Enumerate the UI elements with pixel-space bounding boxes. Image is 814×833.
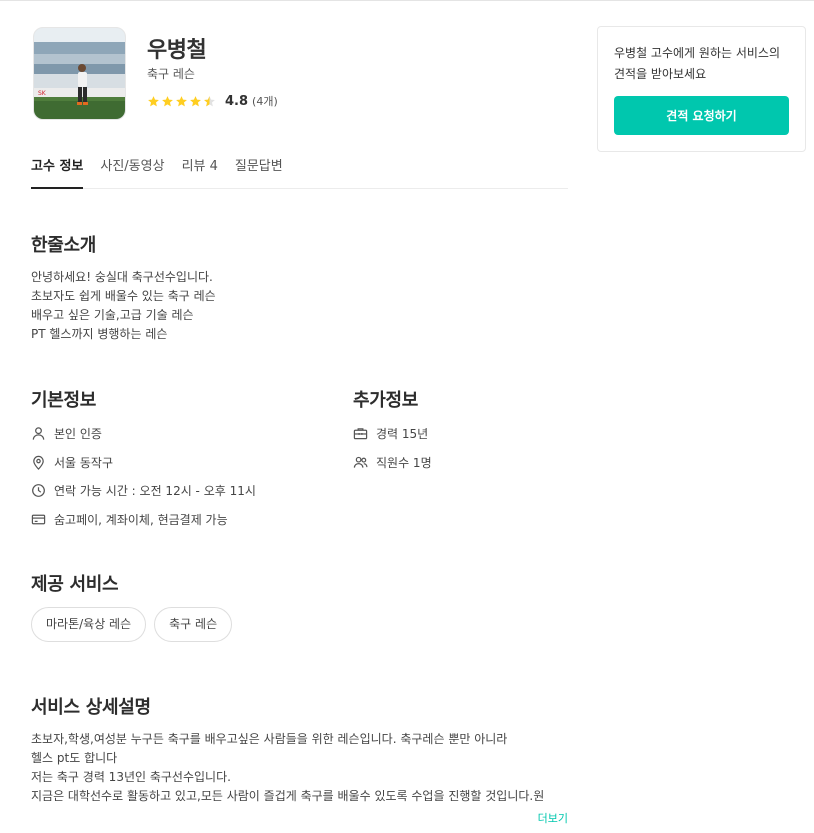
info-contact-hours-text: 연락 가능 시간 : 오전 12시 - 오후 11시	[54, 484, 256, 498]
quote-sidebar: 우병철 고수에게 원하는 서비스의 견적을 받아보세요 견적 요청하기	[597, 26, 806, 152]
svg-text:SK: SK	[38, 90, 47, 97]
details-line: 헬스 pt도 합니다	[31, 751, 118, 765]
service-chip-marathon[interactable]: 마라톤/육상 레슨	[31, 607, 147, 642]
basic-info-title: 기본정보	[31, 390, 97, 411]
info-payment: 숨고페이, 계좌이체, 현금결제 가능	[31, 511, 228, 528]
rating-stars	[147, 95, 216, 108]
quote-prompt: 우병철 고수에게 원하는 서비스의 견적을 받아보세요	[614, 46, 781, 81]
tab-qna[interactable]: 질문답변	[235, 153, 283, 189]
details-title: 서비스 상세설명	[31, 697, 151, 718]
profile-photo: SK	[33, 27, 126, 120]
service-chip-soccer[interactable]: 축구 레슨	[154, 607, 233, 642]
tab-photos-videos[interactable]: 사진/동영상	[100, 153, 164, 189]
intro-line: 초보자도 쉽게 배울수 있는 축구 레슨	[31, 289, 216, 303]
info-staff-text: 직원수 1명	[376, 456, 432, 470]
info-career-text: 경력 15년	[376, 427, 429, 441]
briefcase-icon	[353, 428, 368, 440]
rating: 4.8 (4개)	[147, 93, 278, 109]
tab-pro-info[interactable]: 고수 정보	[31, 153, 84, 189]
info-payment-text: 숨고페이, 계좌이체, 현금결제 가능	[54, 513, 228, 527]
intro-line: PT 헬스까지 병행하는 레슨	[31, 327, 168, 341]
details-line: 초보자,학생,여성분 누구든 축구를 배우고싶은 사람들을 위한 레슨입니다. …	[31, 732, 508, 746]
info-career: 경력 15년	[353, 425, 428, 442]
star-icon	[162, 95, 173, 106]
location-pin-icon	[33, 455, 44, 470]
intro-line: 안녕하세요! 숭실대 축구선수입니다.	[31, 270, 213, 284]
tab-reviews[interactable]: 리뷰 4	[182, 153, 218, 189]
info-staff: 직원수 1명	[353, 454, 432, 471]
clock-icon	[32, 484, 45, 497]
star-icon	[190, 95, 201, 106]
info-verified-text: 본인 인증	[54, 427, 102, 441]
request-quote-button[interactable]: 견적 요청하기	[614, 96, 789, 135]
details-line: 지금은 대학선수로 활동하고 있고,모든 사람이 즐겁게 축구를 배울수 있도록…	[31, 789, 545, 803]
info-location-text: 서울 동작구	[54, 456, 114, 470]
details-line: 저는 축구 경력 13년인 축구선수입니다.	[31, 770, 231, 784]
profile-header: SK 우병철 축구 레슨 4.8 (4개)	[31, 27, 568, 121]
info-verified: 본인 인증	[31, 425, 102, 442]
extra-info-title: 추가정보	[353, 390, 419, 411]
star-icon	[176, 95, 187, 106]
person-icon	[32, 427, 45, 440]
pro-name: 우병철	[147, 38, 207, 63]
star-icon	[148, 95, 159, 106]
info-contact-hours: 연락 가능 시간 : 오전 12시 - 오후 11시	[31, 482, 256, 499]
intro-line: 배우고 싶은 기술,고급 기술 레슨	[31, 308, 194, 322]
people-icon	[353, 456, 368, 468]
rating-score: 4.8	[225, 93, 249, 109]
services-title: 제공 서비스	[31, 574, 119, 595]
intro-title: 한줄소개	[31, 235, 97, 256]
pro-category: 축구 레슨	[147, 67, 195, 81]
top-border	[0, 0, 814, 1]
review-count: (4개)	[252, 95, 278, 108]
profile-tabs: 고수 정보 사진/동영상 리뷰 4 질문답변	[31, 153, 568, 189]
service-chips: 마라톤/육상 레슨 축구 레슨	[31, 607, 233, 642]
more-link[interactable]: 더보기	[538, 810, 568, 826]
star-half-icon	[204, 95, 215, 106]
details-text: 초보자,학생,여성분 누구든 축구를 배우고싶은 사람들을 위한 레슨입니다. …	[31, 730, 544, 806]
intro-text: 안녕하세요! 숭실대 축구선수입니다. 초보자도 쉽게 배울수 있는 축구 레슨…	[31, 268, 216, 344]
info-location: 서울 동작구	[31, 454, 113, 471]
payment-card-icon	[31, 514, 46, 525]
